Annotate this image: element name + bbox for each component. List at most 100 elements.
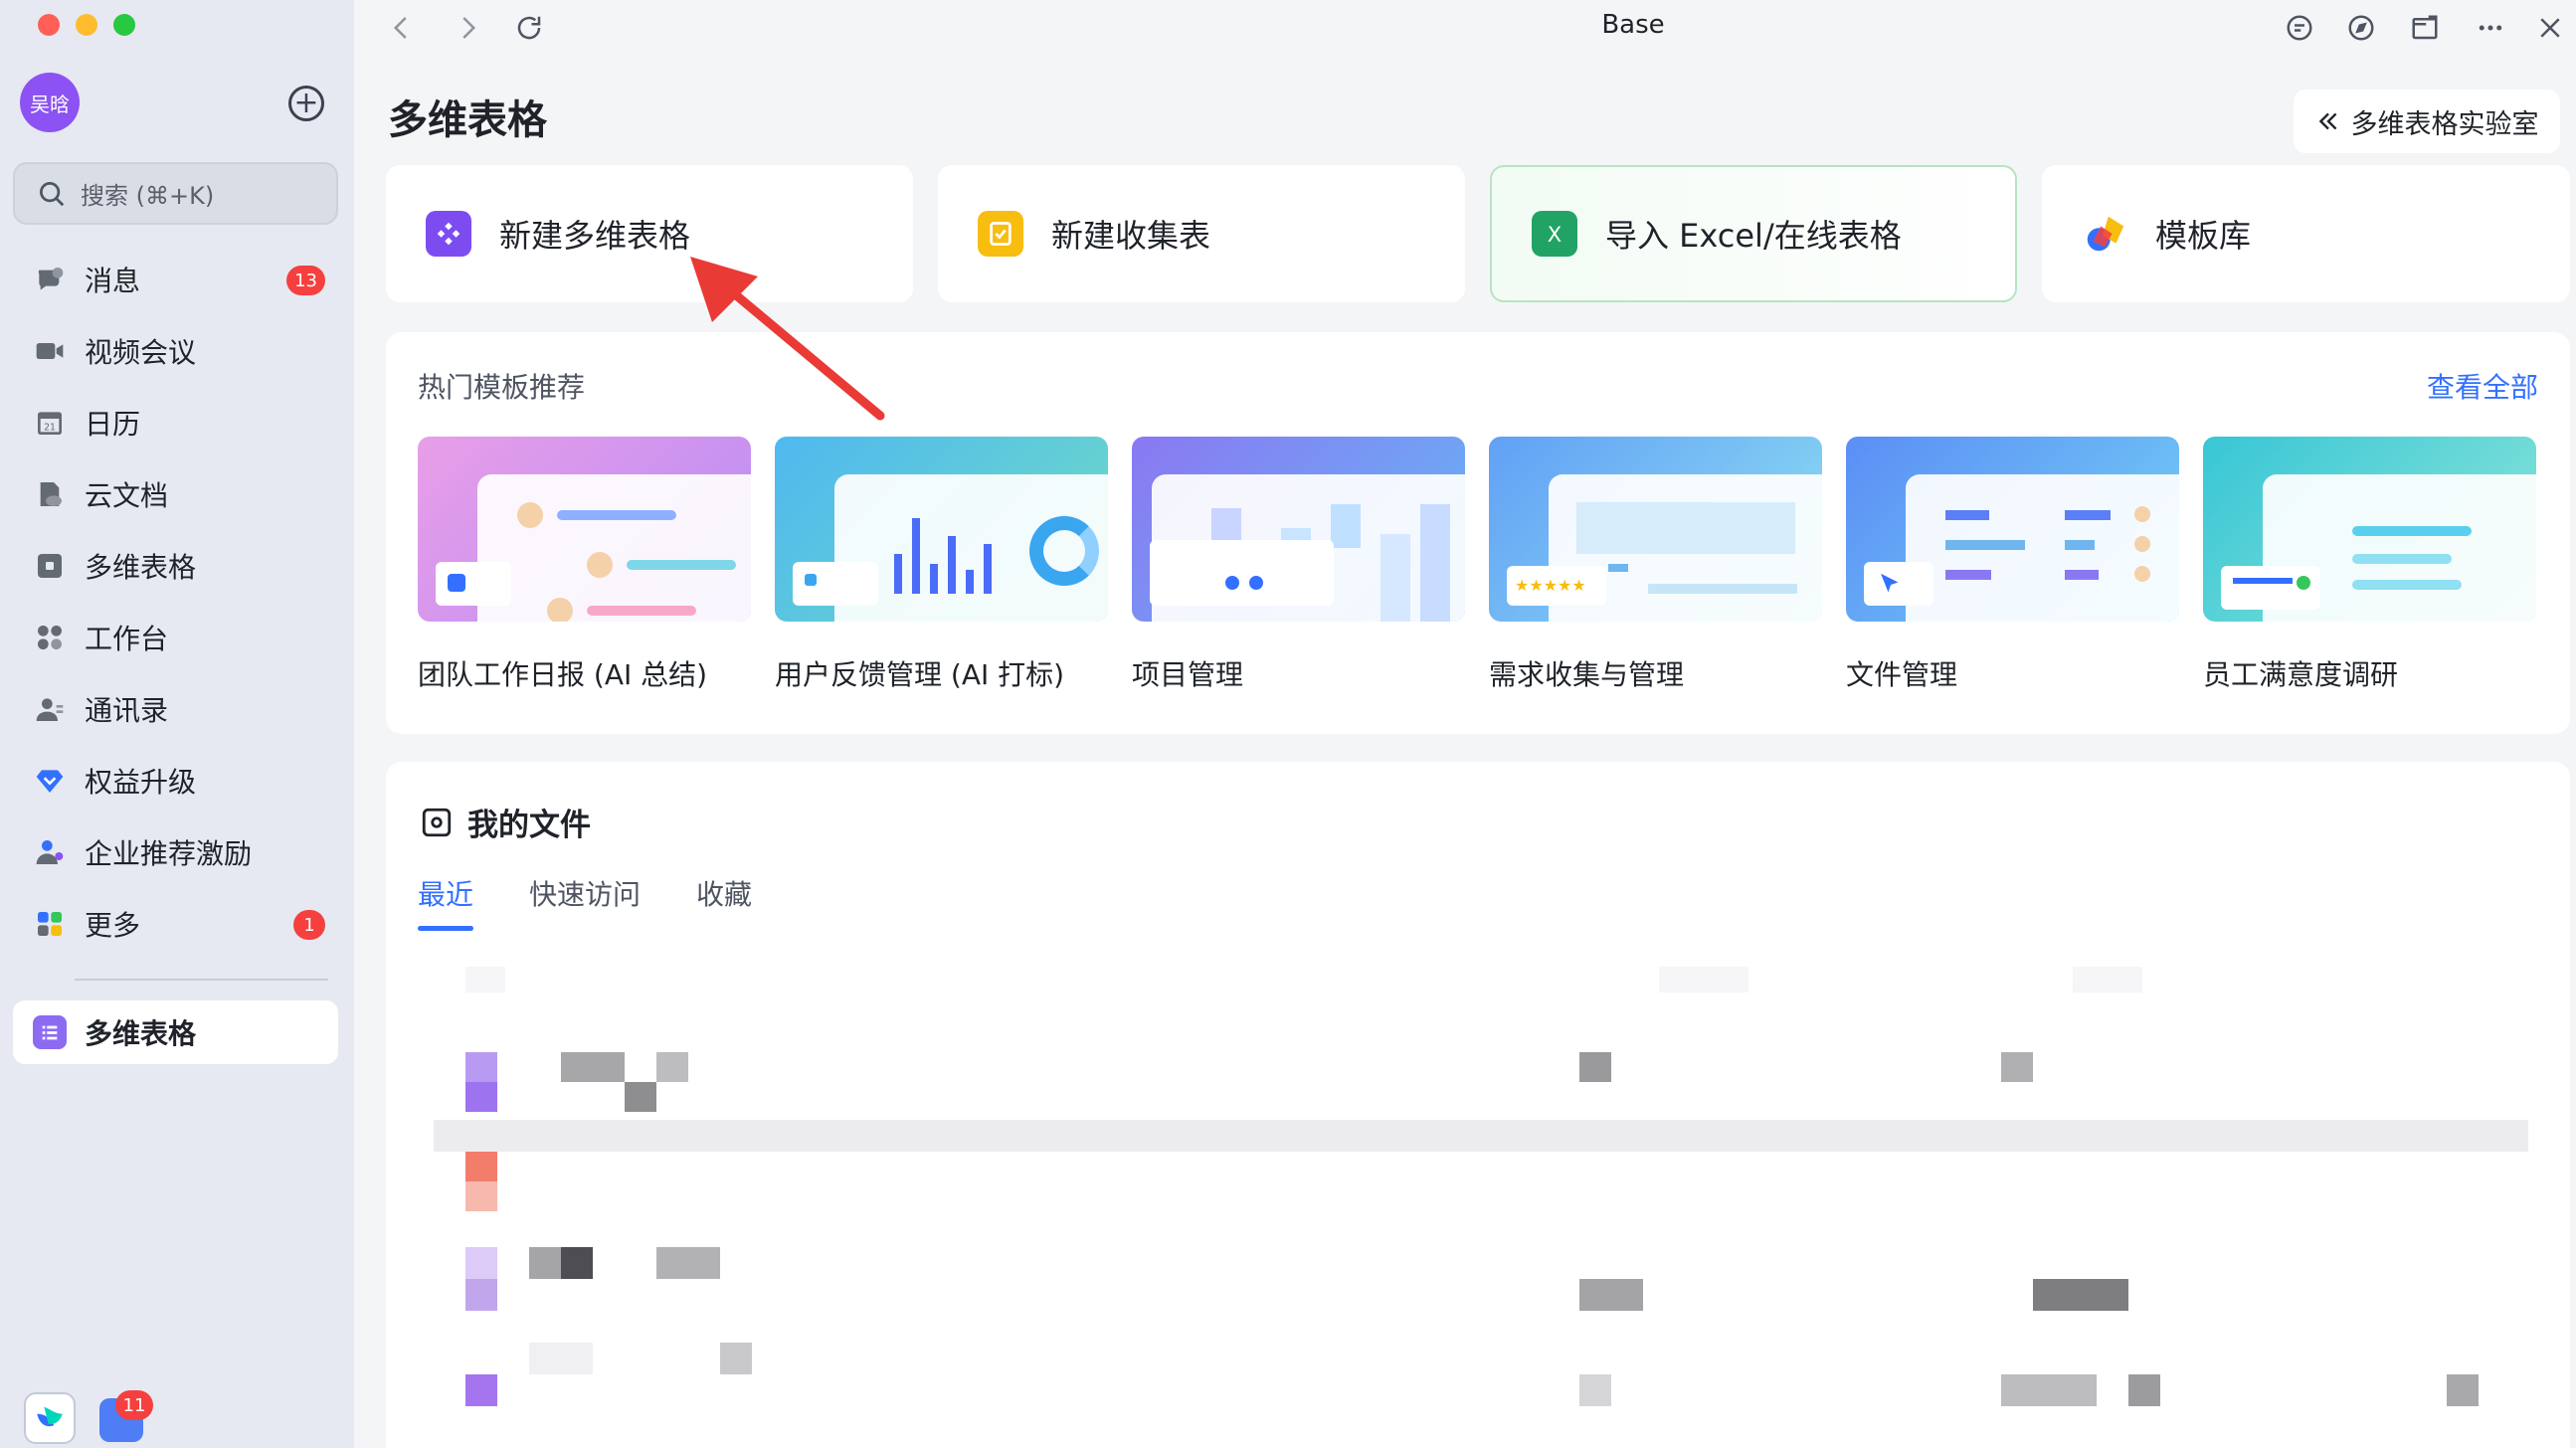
sidebar-item-more[interactable]: 更多 1 [13, 888, 341, 960]
base-lab-button[interactable]: 多维表格实验室 [2294, 90, 2560, 153]
diamond-icon [33, 764, 67, 798]
avatar[interactable]: 吴晗 [20, 73, 80, 132]
my-files-title: 我的文件 [467, 808, 591, 843]
template-thumbnail: ★★★★★ [1489, 437, 1822, 622]
tab-favorites[interactable]: 收藏 [696, 873, 752, 931]
template-label: 需求收集与管理 [1489, 658, 1685, 691]
template-library-button[interactable]: 模板库 [2042, 165, 2570, 302]
file-list-redacted [386, 961, 2570, 1448]
sidebar-item-label: 多维表格 [85, 1017, 197, 1050]
template-label: 用户反馈管理 (AI 打标) [775, 658, 1065, 691]
template-card-satisfaction[interactable]: 员工满意度调研 [2203, 437, 2536, 693]
template-thumbnail [1846, 437, 2179, 622]
sidebar-item-docs[interactable]: 云文档 [13, 458, 341, 530]
tab-quick-access[interactable]: 快速访问 [529, 873, 641, 931]
sidebar-item-referral[interactable]: 企业推荐激励 [13, 816, 341, 888]
new-form-button[interactable]: 新建收集表 [938, 165, 1465, 302]
sidebar-item-label: 更多 [85, 909, 141, 942]
list-item-selected[interactable] [434, 1120, 2528, 1152]
sidebar-item-label: 日历 [85, 408, 141, 441]
template-label: 团队工作日报 (AI 总结) [418, 658, 708, 691]
template-library-label: 模板库 [2155, 217, 2252, 255]
sidebar-item-workplace[interactable]: 工作台 [13, 602, 341, 673]
unread-badge: 1 [293, 910, 325, 940]
new-window-icon[interactable] [2407, 10, 2443, 46]
sidebar-item-messages[interactable]: 消息 13 [13, 244, 341, 315]
sidebar-item-video-meeting[interactable]: 视频会议 [13, 315, 341, 387]
zoom-window-button[interactable] [113, 14, 135, 36]
video-camera-icon [33, 334, 67, 368]
window-controls [38, 14, 135, 36]
search-icon [40, 181, 65, 206]
template-card-file-management[interactable]: 文件管理 [1846, 437, 2179, 693]
search-input[interactable]: 搜索 (⌘+K) [13, 162, 338, 225]
window-title: Base [1601, 10, 1665, 40]
my-files-heading: 我的文件 [420, 800, 591, 844]
annotation-arrow [690, 257, 885, 421]
contacts-icon [33, 692, 67, 726]
template-thumbnail [418, 437, 751, 622]
sidebar-item-base[interactable]: 多维表格 [13, 530, 341, 602]
template-thumbnail [775, 437, 1108, 622]
sidebar-item-calendar[interactable]: 21 日历 [13, 387, 341, 458]
cloud-doc-icon [33, 477, 67, 511]
referral-icon [33, 835, 67, 869]
sidebar-item-contacts[interactable]: 通讯录 [13, 673, 341, 745]
add-icon[interactable]: + [288, 86, 324, 121]
more-icon[interactable] [2473, 10, 2508, 46]
excel-icon: X [1532, 211, 1577, 257]
page-title: 多维表格 [388, 97, 547, 143]
minimize-window-button[interactable] [76, 14, 97, 36]
close-window-button[interactable] [38, 14, 60, 36]
template-thumbnail [2203, 437, 2536, 622]
svg-text:21: 21 [44, 422, 56, 433]
view-all-link[interactable]: 查看全部 [2427, 366, 2538, 406]
double-chevron-left-icon [2318, 112, 2336, 130]
template-card-requirements[interactable]: ★★★★★ 需求收集与管理 [1489, 437, 1822, 693]
base-app-icon [33, 1015, 67, 1049]
folder-target-icon [422, 808, 452, 836]
template-card-project[interactable]: 项目管理 [1132, 437, 1465, 693]
template-label: 项目管理 [1132, 658, 1244, 691]
refresh-icon[interactable] [511, 10, 547, 46]
template-card-daily-report[interactable]: 团队工作日报 (AI 总结) [418, 437, 751, 693]
template-card-feedback[interactable]: 用户反馈管理 (AI 打标) [775, 437, 1108, 693]
my-files-panel: 我的文件 最近 快速访问 收藏 [386, 762, 2570, 1448]
sidebar-item-label: 权益升级 [85, 766, 197, 799]
template-library-icon [2082, 211, 2127, 257]
new-base-label: 新建多维表格 [499, 217, 691, 255]
template-label: 文件管理 [1846, 658, 1958, 691]
sidebar-item-label: 企业推荐激励 [85, 837, 253, 870]
form-icon [978, 211, 1023, 257]
new-form-label: 新建收集表 [1051, 217, 1211, 255]
sidebar-item-label: 工作台 [85, 623, 169, 655]
sidebar-item-upgrade[interactable]: 权益升级 [13, 745, 341, 816]
forward-icon[interactable] [450, 10, 485, 46]
close-icon[interactable] [2532, 10, 2568, 46]
sidebar-item-label: 通讯录 [85, 694, 169, 727]
more-apps-icon [33, 907, 67, 941]
base-icon [426, 211, 471, 257]
list-item[interactable] [465, 1152, 2435, 1211]
sidebar-item-label: 视频会议 [85, 336, 197, 369]
back-icon[interactable] [384, 10, 420, 46]
svg-text:X: X [1548, 223, 1562, 247]
list-item[interactable] [465, 1247, 2435, 1311]
title-bar: Base [354, 0, 2576, 58]
file-tabs: 最近 快速访问 收藏 [418, 873, 752, 931]
feishu-logo-icon[interactable] [24, 1392, 76, 1444]
sidebar-item-pinned-base[interactable]: 多维表格 [13, 1000, 338, 1064]
list-item[interactable] [465, 1343, 2479, 1406]
base-lab-label: 多维表格实验室 [2350, 108, 2539, 140]
search-placeholder: 搜索 (⌘+K) [81, 182, 215, 210]
tab-recent[interactable]: 最近 [418, 873, 474, 931]
import-excel-button[interactable]: X 导入 Excel/在线表格 [1490, 165, 2017, 302]
comment-icon[interactable] [2282, 10, 2317, 46]
unread-badge: 11 [115, 1390, 153, 1420]
sidebar-item-label: 消息 [85, 265, 141, 297]
sidebar-divider [75, 979, 328, 981]
sidebar-item-label: 多维表格 [85, 551, 197, 584]
list-item[interactable] [465, 1052, 2435, 1112]
compass-icon[interactable] [2343, 10, 2379, 46]
sidebar-nav: 消息 13 视频会议 21 日历 云文档 多维表格 工作台 通讯录 权益升级 企… [13, 244, 341, 960]
